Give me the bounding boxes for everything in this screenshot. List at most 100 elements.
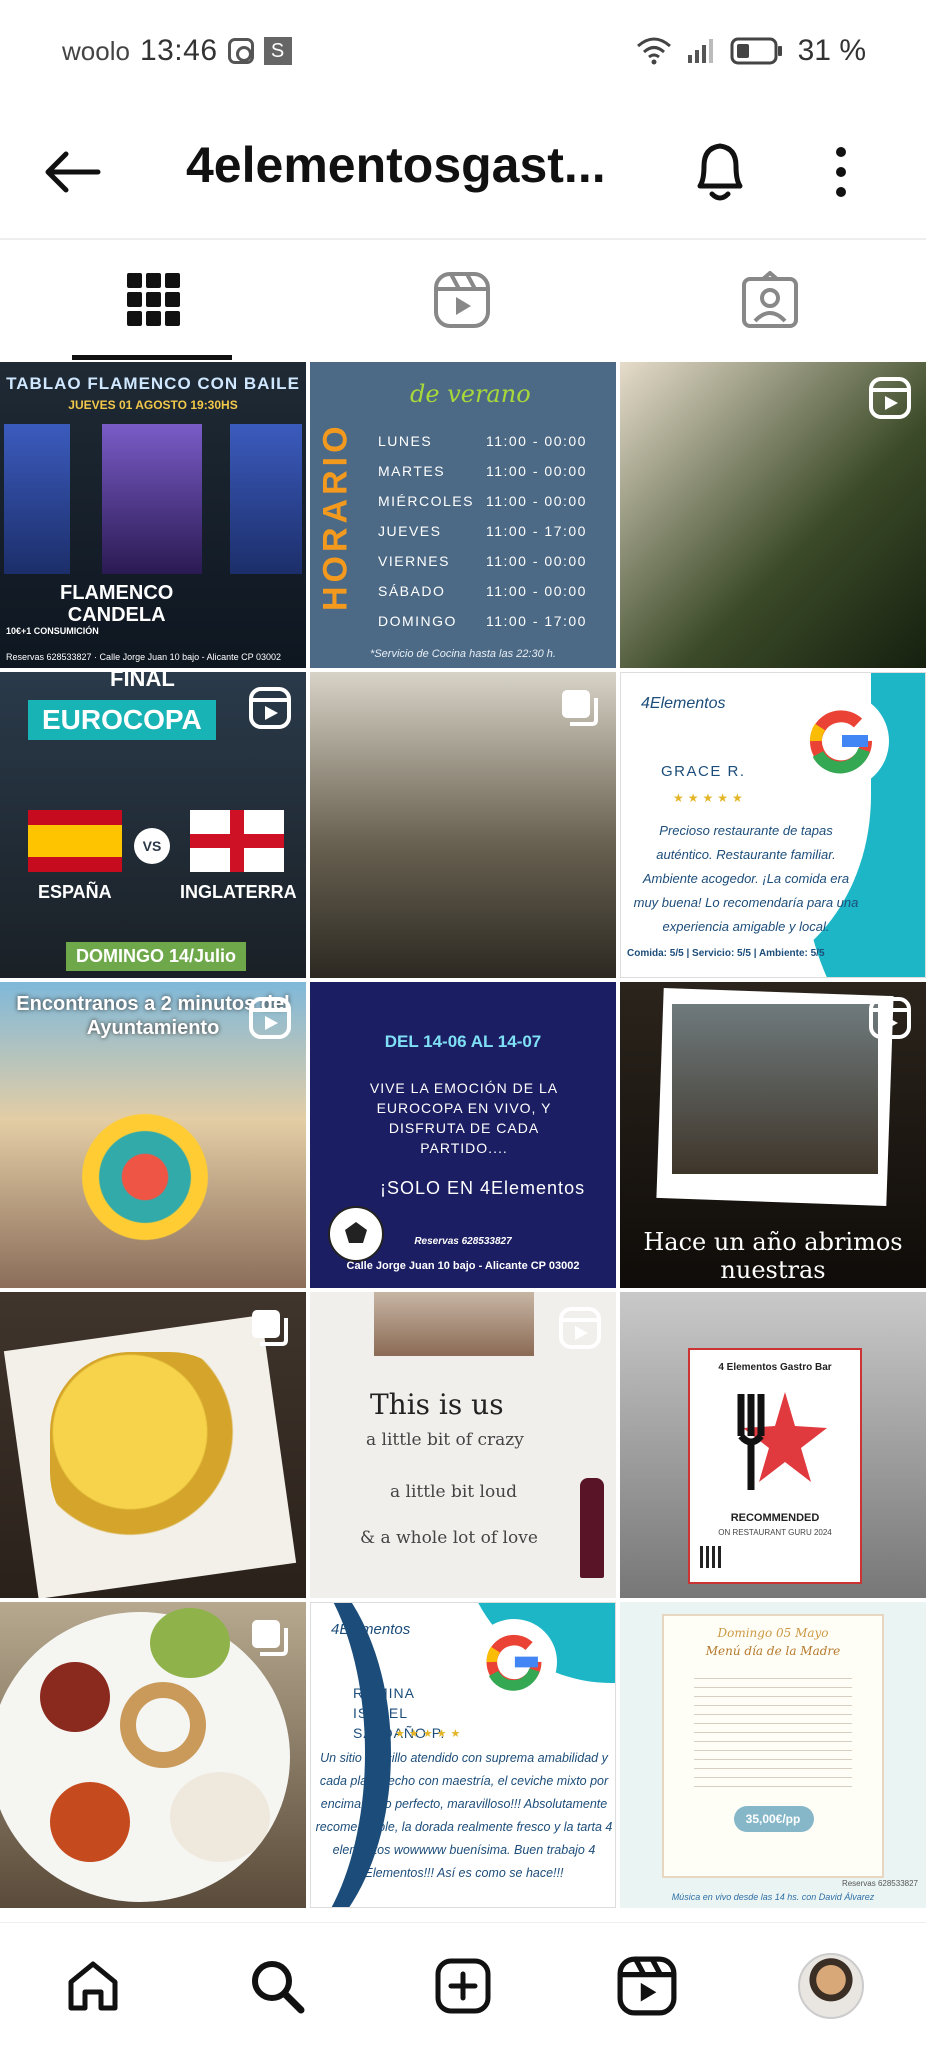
- tab-tagged[interactable]: [616, 240, 924, 360]
- schedule-row: VIERNES 11:00 - 00:00: [378, 553, 587, 569]
- profile-avatar[interactable]: [798, 1953, 864, 2019]
- s-notification-icon: S: [263, 37, 292, 65]
- profile-header: 4elementosgast...: [0, 100, 926, 240]
- reel-badge-icon: [249, 997, 291, 1039]
- wall-picture: [374, 1292, 534, 1356]
- team-spain-label: ESPAÑA: [38, 882, 112, 902]
- review-quote: Precioso restaurante de tapas auténtico.…: [633, 823, 859, 934]
- award-recommended: RECOMMENDED: [730, 1512, 820, 1524]
- award-card: 4 Elementos Gastro Bar RECOMMENDED ON RE…: [688, 1348, 862, 1584]
- qr-code: [700, 1546, 722, 1568]
- photo-guitarist: [230, 424, 302, 574]
- soccer-ball-icon: [328, 1206, 384, 1262]
- post-date: JUEVES 01 AGOSTO 19:30HS: [68, 398, 238, 412]
- clock: 13:46: [139, 34, 218, 67]
- carousel-badge-icon: [252, 1620, 288, 1656]
- more-options-icon[interactable]: [826, 140, 856, 204]
- spain-flag-icon: [28, 810, 122, 872]
- tab-reels[interactable]: [308, 240, 616, 360]
- post-tapas-platter[interactable]: [0, 1602, 306, 1908]
- post-eurocopa-final[interactable]: FINAL EUROCOPA VS ESPAÑA INGLATERRA DOMI…: [0, 672, 306, 978]
- create-icon: [435, 1958, 491, 2014]
- post-potatoes[interactable]: [0, 1292, 306, 1598]
- star-rating: ★★★★★: [395, 1728, 465, 1740]
- team-england-label: INGLATERRA: [180, 882, 297, 902]
- star-rating: ★★★★★: [673, 791, 747, 805]
- status-left: woolo 13:46 S: [62, 34, 292, 68]
- festival-statue: [60, 1102, 230, 1252]
- post-horario[interactable]: HORARIO de verano LUNES 11:00 - 00:00 MAR…: [310, 362, 616, 668]
- photo-singer: [4, 424, 70, 574]
- review-ratings: Comida: 5/5 | Servicio: 5/5 | Ambiente: …: [627, 948, 825, 959]
- sign-line-4: & a whole lot of love: [360, 1528, 538, 1548]
- battery-level: 31 %: [797, 34, 866, 67]
- notification-bell-icon[interactable]: [688, 134, 752, 206]
- review-quote: Un sitio sencillo atendido con suprema a…: [315, 1751, 613, 1880]
- nav-search[interactable]: [242, 1951, 312, 2021]
- solo-en-label: ¡SOLO EN 4Elementos: [380, 1178, 586, 1198]
- storefront-photo: [672, 1004, 878, 1174]
- carousel-badge-icon: [562, 690, 598, 726]
- post-restaurant-guru[interactable]: 4 Elementos Gastro Bar RECOMMENDED ON RE…: [620, 1292, 926, 1598]
- meatballs: [40, 1662, 110, 1732]
- schedule-row: MARTES 11:00 - 00:00: [378, 463, 587, 479]
- artist-name: FLAMENCO CANDELA: [60, 582, 174, 626]
- post-terrace-video[interactable]: [620, 362, 926, 668]
- profile-username: 4elementosgast...: [186, 137, 606, 193]
- nav-reels[interactable]: [612, 1951, 682, 2021]
- search-icon: [252, 1961, 305, 2014]
- post-eurocopa-live[interactable]: DEL 14-06 AL 14-07 VIVE LA EMOCIÓN DE LA…: [310, 982, 616, 1288]
- potato-dish: [50, 1352, 250, 1552]
- post-review-grace[interactable]: 4Elementos GRACE R. ★★★★★ Precioso resta…: [620, 672, 926, 978]
- bottom-navigation: [0, 1922, 926, 2048]
- carrier-label: woolo: [62, 35, 130, 66]
- reels-icon: [617, 1956, 677, 2016]
- post-menu-madre[interactable]: Domingo 05 Mayo Menú día de la Madre 35,…: [620, 1602, 926, 1908]
- tab-grid[interactable]: [0, 240, 308, 360]
- post-flamenco[interactable]: TABLAO FLAMENCO CON BAILE JUEVES 01 AGOS…: [0, 362, 306, 668]
- tagged-icon: [742, 271, 798, 328]
- instagram-notification-icon: [227, 38, 254, 64]
- promo-text: 10€+1 CONSUMICIÓN: [6, 626, 99, 636]
- sign-line-3: a little bit loud: [390, 1482, 518, 1502]
- final-label: FINAL: [110, 672, 175, 691]
- schedule-row: JUEVES 11:00 - 17:00: [378, 523, 587, 539]
- reel-badge-icon: [869, 377, 911, 419]
- nav-home[interactable]: [58, 1951, 128, 2021]
- post-ayuntamiento[interactable]: Encontranos a 2 minutos del Ayuntamiento: [0, 982, 306, 1288]
- post-this-is-us[interactable]: This is us a little bit of crazy a littl…: [310, 1292, 616, 1598]
- sign-line-2: a little bit of crazy: [366, 1430, 524, 1450]
- post-interior-photo[interactable]: [310, 672, 616, 978]
- award-restaurant-name: 4 Elementos Gastro Bar: [718, 1362, 832, 1373]
- horario-vertical: HORARIO: [316, 422, 355, 612]
- reels-icon: [434, 272, 490, 328]
- reel-badge-icon: [559, 1307, 601, 1349]
- schedule-row: MIÉRCOLES 11:00 - 00:00: [378, 493, 587, 509]
- profile-tabs: [0, 240, 926, 360]
- schedule-row: LUNES 11:00 - 00:00: [378, 433, 587, 449]
- wifi-icon: [636, 37, 671, 65]
- menu-price: 35,00€/pp: [745, 1812, 801, 1826]
- match-date: DOMINGO 14/Julio: [66, 942, 247, 971]
- status-right: 31 %: [636, 34, 866, 68]
- nav-create[interactable]: [428, 1951, 498, 2021]
- home-icon: [68, 1961, 118, 2011]
- guacamole: [150, 1608, 230, 1678]
- schedule-row: SÁBADO 11:00 - 00:00: [378, 583, 587, 599]
- google-logo-icon: [793, 693, 889, 789]
- menu-paper: Domingo 05 Mayo Menú día de la Madre 35,…: [664, 1616, 882, 1876]
- post-anniversary[interactable]: Hace un año abrimos nuestras: [620, 982, 926, 1288]
- horario-script: de verano: [410, 380, 531, 408]
- event-description: VIVE LA EMOCIÓN DE LA EUROCOPA EN VIVO, …: [369, 1080, 559, 1156]
- onion-ring: [120, 1682, 206, 1768]
- brand-logo: 4Elementos: [331, 1621, 411, 1638]
- post-review-romina[interactable]: 4Elementos ROMINA ISABEL SALDAÑO P. ★★★★…: [310, 1602, 616, 1908]
- reviewer-name: GRACE R.: [661, 763, 746, 780]
- post-title: TABLAO FLAMENCO CON BAILE: [6, 374, 300, 393]
- vs-badge: VS: [134, 828, 170, 864]
- google-logo-icon: [471, 1619, 557, 1705]
- back-arrow-icon[interactable]: [40, 140, 104, 204]
- wine-bottle: [580, 1478, 604, 1578]
- sign-line-1: This is us: [370, 1388, 504, 1421]
- post-address: Reservas 628533827 · Calle Jorge Juan 10…: [6, 652, 282, 662]
